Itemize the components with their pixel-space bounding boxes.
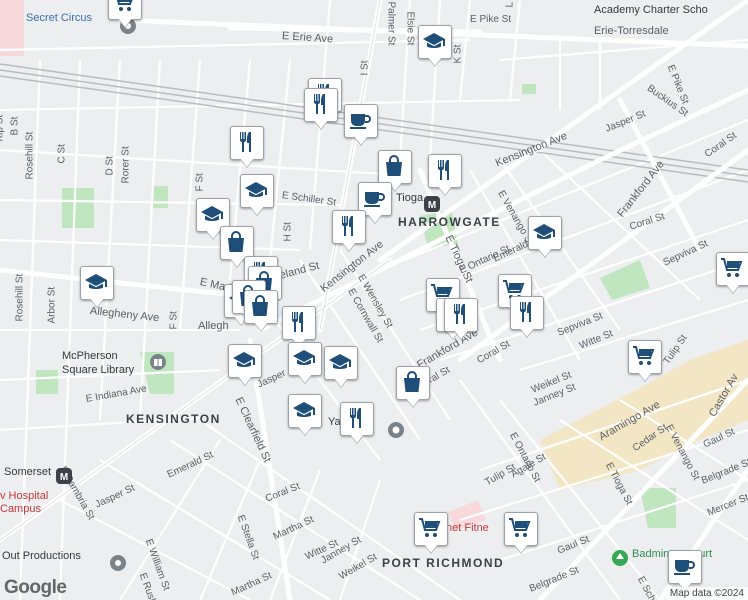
school-marker[interactable] [228,344,262,386]
cart-marker[interactable] [108,0,142,28]
school-marker[interactable] [288,394,322,436]
cart-marker[interactable] [504,512,538,554]
svg-text:M: M [60,472,68,483]
shopping-bag-marker[interactable] [244,290,278,332]
restaurant-marker[interactable] [340,402,374,444]
street-label: B St [9,116,21,136]
restaurant-marker[interactable] [428,154,462,196]
svg-text:M: M [428,200,436,211]
tree-icon[interactable] [612,550,628,566]
street-label: Palmer St [385,1,397,46]
school-marker[interactable] [240,174,274,216]
street-label: PORT RICHMOND [382,556,505,570]
street-label: C St [56,144,68,164]
street-label: HARROWGATE [398,215,501,229]
cart-marker[interactable] [414,512,448,554]
street-label: Erie-Torresdale [594,25,669,37]
restaurant-marker[interactable] [230,126,264,168]
street-label: Rorer St [120,146,132,184]
street-label: I St [359,60,371,76]
street-label: Out Productions [2,550,81,562]
street-label: L St [505,0,516,8]
street-label: K St [452,44,464,64]
transit-station-icon[interactable]: M [56,468,72,484]
street-label: Ya [328,416,341,428]
place-icon[interactable] [110,555,126,571]
restaurant-marker[interactable] [332,210,366,252]
library-icon[interactable] [150,354,166,370]
street-label: Square Library [62,364,135,376]
school-marker[interactable] [418,25,452,67]
landmark-icon[interactable] [388,422,404,438]
street-label: v Hospital [0,490,49,502]
cart-marker[interactable] [628,340,662,382]
school-marker[interactable] [324,346,358,388]
cart-marker[interactable] [716,252,748,294]
school-marker[interactable] [80,266,114,308]
street-label: F St [194,173,206,192]
street-label: Rosehill St [24,131,36,180]
street-label: Secret Circus [26,12,93,24]
street-label: E Pike St [470,14,512,25]
street-label: Kip St [0,114,6,142]
street-label: KENSINGTON [126,412,221,426]
restaurant-marker[interactable] [304,88,338,130]
cafe-marker[interactable] [668,550,702,592]
restaurant-marker[interactable] [444,298,478,340]
street-label: net Fitne [446,522,489,534]
street-label: Elsie St [404,11,416,46]
map-attribution[interactable]: Map data ©2024 [665,587,748,600]
street-label: Tioga [396,192,424,204]
street-label: Arbor St [46,286,58,324]
shopping-bag-marker[interactable] [396,366,430,408]
google-logo: Google [4,577,67,598]
street-label: Somerset [4,466,52,478]
street-label: Campus [0,503,41,515]
street-label: D St [104,156,116,176]
street-label: Rosehill St [14,273,26,322]
street-label: Academy Charter Scho [594,4,708,16]
cafe-marker[interactable] [344,104,378,146]
map-canvas[interactable]: E Erie Ave E Pike St Erie-Torresdale Kensin… [0,0,748,600]
school-marker[interactable] [288,342,322,384]
street-label: McPherson [62,350,118,362]
street-label: F St [168,311,180,330]
school-marker[interactable] [528,216,562,258]
restaurant-marker[interactable] [510,296,544,338]
transit-station-icon[interactable]: M [424,196,440,212]
street-label: H St [282,222,294,242]
